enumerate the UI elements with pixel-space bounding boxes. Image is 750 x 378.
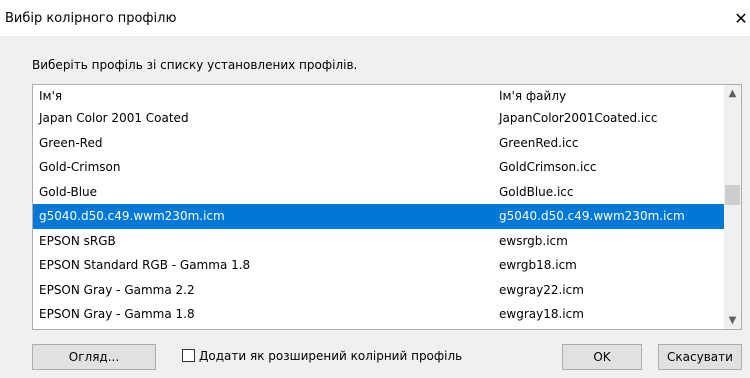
column-header-filename[interactable]: Ім'я файлу (499, 85, 566, 105)
column-header-name[interactable]: Ім'я (39, 85, 62, 105)
profile-name: EPSON Standard RGB - Gamma 1.8 (39, 258, 251, 272)
profile-row[interactable]: Green-Red GreenRed.icc (33, 131, 724, 156)
profile-name: EPSON Gray - Gamma 2.2 (39, 282, 195, 297)
close-icon[interactable]: ✕ (726, 6, 750, 32)
profile-row[interactable]: Gold-Blue GoldBlue.icc (33, 180, 724, 205)
profile-name: EPSON Gray - Gamma 1.8 (39, 307, 195, 321)
profile-filename: ewgray22.icm (499, 282, 584, 297)
window-title: Вибір колірного профілю (5, 11, 177, 26)
vertical-scrollbar[interactable]: ▲ ▼ (724, 85, 741, 329)
profile-filename: ewgray18.icm (499, 307, 584, 321)
cancel-button[interactable]: Скасувати (658, 344, 742, 370)
profile-row[interactable]: EPSON sRGB ewsrgb.icm (33, 229, 724, 254)
scroll-up-icon[interactable]: ▲ (724, 85, 741, 102)
profile-name: g5040.d50.c49.wwm230m.icm (39, 209, 225, 223)
instruction-text: Виберіть профіль зі списку установлених … (32, 58, 358, 72)
profile-row[interactable]: EPSON Standard RGB - Gamma 1.8 ewrgb18.ic… (33, 253, 724, 278)
profile-name: Green-Red (39, 135, 103, 150)
browse-button[interactable]: Огляд... (32, 344, 156, 370)
profile-row[interactable]: Gold-Crimson GoldCrimson.icc (33, 155, 724, 180)
profile-filename: ewrgb18.icm (499, 258, 577, 272)
profile-name: EPSON sRGB (39, 233, 116, 248)
profile-name: Gold-Crimson (39, 160, 121, 174)
profile-name: Japan Color 2001 Coated (39, 111, 189, 125)
scrollbar-thumb[interactable] (725, 185, 740, 205)
profile-filename: JapanColor2001Coated.icc (499, 111, 658, 125)
profile-row[interactable]: EPSON Gray - Gamma 1.8 ewgray18.icm (33, 302, 724, 327)
profile-rows: Japan Color 2001 Coated JapanColor2001Coa… (33, 106, 724, 327)
profile-filename: ewsrgb.icm (499, 233, 568, 248)
add-extended-profile-checkbox[interactable] (182, 349, 195, 362)
profile-row[interactable]: Japan Color 2001 Coated JapanColor2001Coa… (33, 106, 724, 131)
profile-row[interactable]: EPSON Gray - Gamma 2.2 ewgray22.icm (33, 278, 724, 303)
profile-list[interactable]: Ім'я Ім'я файлу Japan Color 2001 Coated J… (32, 84, 742, 330)
profile-filename: GoldCrimson.icc (499, 160, 597, 174)
ok-button[interactable]: OK (562, 344, 642, 370)
profile-filename: g5040.d50.c49.wwm230m.icm (499, 209, 685, 223)
color-profile-dialog: Вибір колірного профілю ✕ Виберіть профі… (0, 0, 750, 378)
scroll-down-icon[interactable]: ▼ (724, 312, 741, 329)
profile-filename: GoldBlue.icc (499, 184, 574, 199)
profile-row[interactable]: g5040.d50.c49.wwm230m.icm g5040.d50.c49.w… (33, 204, 724, 229)
profile-filename: GreenRed.icc (499, 135, 579, 150)
title-bar: Вибір колірного профілю ✕ (0, 0, 750, 36)
add-extended-profile-option[interactable]: Додати як розширений колірний профіль (182, 347, 462, 365)
add-extended-profile-label: Додати як розширений колірний профіль (199, 349, 463, 363)
profile-name: Gold-Blue (39, 184, 98, 199)
